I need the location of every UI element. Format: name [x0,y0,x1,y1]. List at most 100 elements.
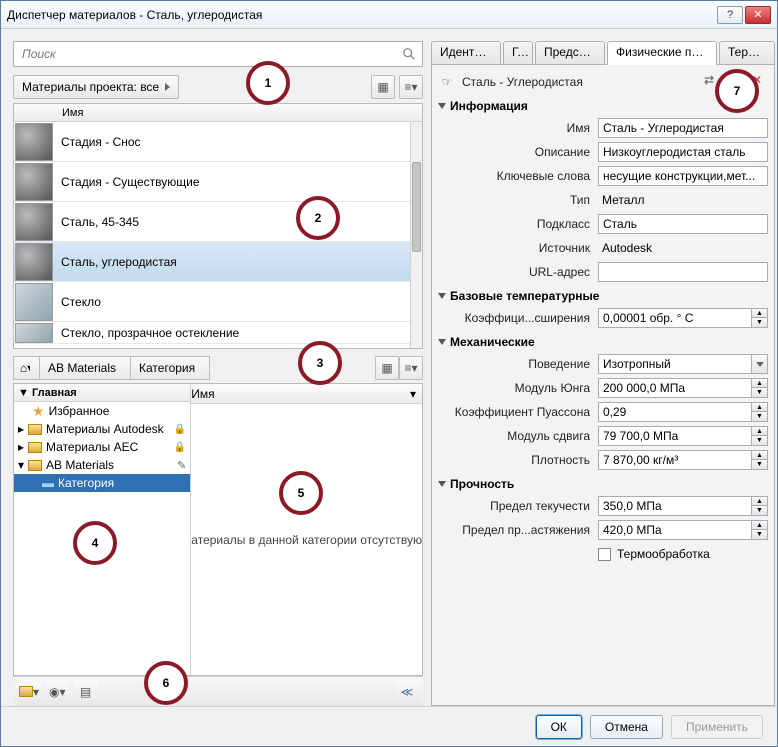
chevron-down-icon[interactable] [752,354,768,374]
breadcrumb-lib[interactable]: AB Materials [39,356,130,380]
tab-thermal[interactable]: Терма... [719,41,775,65]
tab-graphics[interactable]: Г... [503,41,533,65]
property-tabs: Идентиф... Г... Предста... Физические па… [431,41,775,65]
new-material-button[interactable]: ◉▾ [47,680,68,704]
chevron-down-icon: ▾ [410,387,422,401]
section-mechanical[interactable]: Механические [438,335,768,349]
label-yield: Предел текучести [438,499,598,513]
list-item[interactable]: Сталь, 45-345 [14,202,410,242]
label-subclass: Подкласс [438,217,598,231]
material-name: Стадия - Существующие [61,175,200,189]
replace-asset-button[interactable]: ⇄ [700,71,718,89]
input-youngs[interactable]: 200 000,0 МПа [598,378,752,398]
spinner[interactable]: ▲▼ [752,426,768,446]
help-button[interactable]: ? [717,6,743,24]
tree-favorites[interactable]: ★Избранное [14,402,190,420]
list-item[interactable]: Стадия - Существующие [14,162,410,202]
project-filter-label: Материалы проекта: все [22,80,159,94]
expand-icon: ▸ [18,440,24,454]
new-library-button[interactable]: ▾ [17,680,41,704]
input-name[interactable]: Сталь - Углеродистая [598,118,768,138]
tree-lib-aec[interactable]: ▸Материалы AEC🔒 [14,438,190,456]
left-panel: Материалы проекта: все ▦ ≡▾ Имя Стадия -… [13,41,423,706]
folder-icon [28,460,42,471]
edit-icon: ✎ [177,459,190,472]
collapse-button[interactable]: ≪ [395,680,419,704]
value-type: Металл [598,190,768,210]
expand-icon: ▸ [18,422,24,436]
list-item[interactable]: Стадия - Снос [14,122,410,162]
material-list: Имя Стадия - Снос Стадия - Существующие … [13,103,423,349]
spinner[interactable]: ▲▼ [752,308,768,328]
lib-view-grid-button[interactable]: ▦ [375,356,399,380]
list-item-selected[interactable]: Сталь, углеродистая [14,242,410,282]
folder-icon [28,442,42,453]
breadcrumb-cat[interactable]: Категория [130,356,210,380]
spinner[interactable]: ▲▼ [752,378,768,398]
duplicate-asset-button[interactable]: ⎘ [724,71,742,89]
ok-button[interactable]: ОК [536,715,582,739]
combo-behavior[interactable]: Изотропный [598,354,752,374]
tab-appearance[interactable]: Предста... [535,41,605,65]
list-item[interactable]: Стекло, прозрачное остекление [14,322,410,344]
checkbox-heat-treat[interactable] [598,548,611,561]
tree-lib-autodesk[interactable]: ▸Материалы Autodesk🔒 [14,420,190,438]
project-filter-dropdown[interactable]: Материалы проекта: все [13,75,179,99]
search-icon [402,47,416,61]
breadcrumb-home[interactable]: ⌂▾ [13,356,39,380]
input-tensile[interactable]: 420,0 МПа [598,520,752,540]
input-desc[interactable]: Низкоуглеродистая сталь [598,142,768,162]
input-shear[interactable]: 79 700,0 МПа [598,426,752,446]
lib-view-list-button[interactable]: ≡▾ [399,356,423,380]
spinner[interactable]: ▲▼ [752,520,768,540]
label-tensile: Предел пр...астяжения [438,523,598,537]
view-grid-button[interactable]: ▦ [371,75,395,99]
cancel-button[interactable]: Отмена [590,715,663,739]
tree-lib-ab[interactable]: ▾AB Materials✎ [14,456,190,474]
collapse-icon [438,481,446,487]
input-poisson[interactable]: 0,29 [598,402,752,422]
material-name: Стадия - Снос [61,135,141,149]
panel-toggle-button[interactable]: ▤ [74,680,98,704]
label-heat-treat: Термообработка [617,547,710,561]
label-density: Плотность [438,453,598,467]
list-header: Имя [14,104,422,122]
material-name: Стекло, прозрачное остекление [61,326,239,340]
spinner[interactable]: ▲▼ [752,402,768,422]
tree-header[interactable]: ▼ Главная [14,384,190,402]
tab-identification[interactable]: Идентиф... [431,41,501,65]
properties-panel: Идентиф... Г... Предста... Физические па… [431,41,775,706]
input-yield[interactable]: 350,0 МПа [598,496,752,516]
titlebar: Диспетчер материалов - Сталь, углеродист… [1,1,777,29]
collapse-icon: ▾ [18,458,24,472]
scroll-thumb[interactable] [412,162,421,252]
search-input[interactable] [20,46,398,62]
section-info[interactable]: Информация [438,99,768,113]
close-button[interactable]: ✕ [745,6,771,24]
label-desc: Описание [438,145,598,159]
section-thermal[interactable]: Базовые температурные [438,289,768,303]
category-icon: ▬ [42,476,54,490]
search-box[interactable] [13,41,423,67]
list-item[interactable]: Стекло [14,282,410,322]
input-url[interactable] [598,262,768,282]
star-icon: ★ [32,404,45,418]
folder-icon [19,686,33,697]
material-thumb [15,163,53,201]
section-strength[interactable]: Прочность [438,477,768,491]
tab-physical[interactable]: Физические пара... [607,41,717,65]
input-keywords[interactable]: несущие конструкции,мет... [598,166,768,186]
delete-asset-button[interactable]: ✕ [748,71,766,89]
category-header[interactable]: Имя▾ [191,384,422,404]
view-list-button[interactable]: ≡▾ [399,75,423,99]
label-url: URL-адрес [438,265,598,279]
label-behavior: Поведение [438,357,598,371]
input-expansion[interactable]: 0,00001 обр. ° C [598,308,752,328]
input-subclass[interactable]: Сталь [598,214,768,234]
spinner[interactable]: ▲▼ [752,496,768,516]
scrollbar[interactable] [410,122,422,348]
spinner[interactable]: ▲▼ [752,450,768,470]
tree-category[interactable]: ▬Категория [14,474,190,492]
input-density[interactable]: 7 870,00 кг/м³ [598,450,752,470]
physical-panel: ☞ Сталь - Углеродистая ⇄ ⎘ ✕ Информация … [431,64,775,706]
